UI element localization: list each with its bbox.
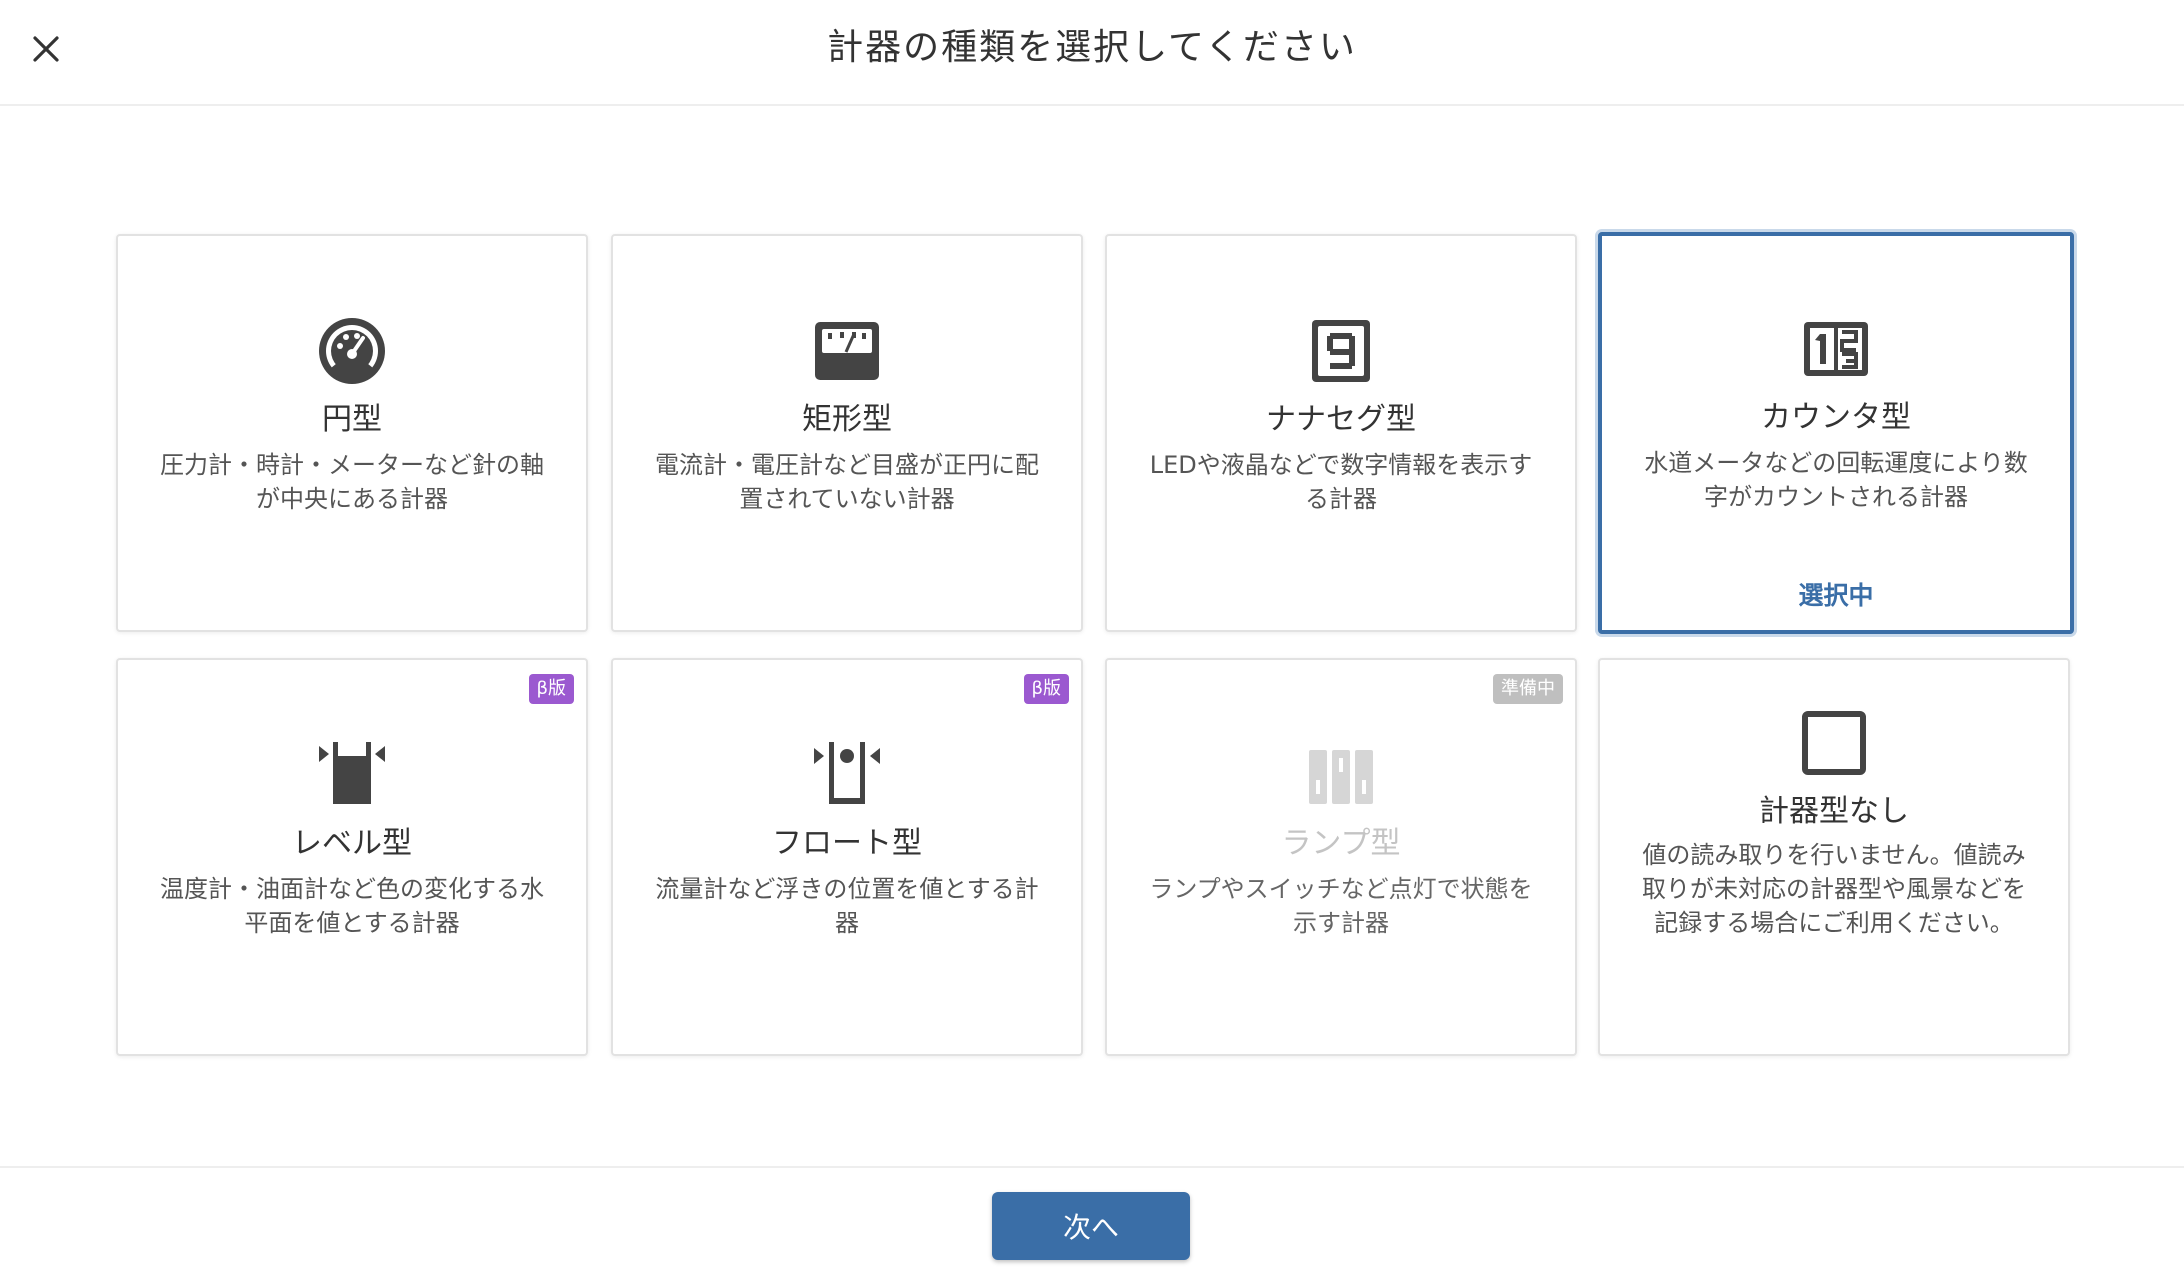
- card-title: フロート型: [772, 826, 922, 861]
- card-circular[interactable]: 円型 圧力計・時計・メーターなど針の軸が中央にある計器: [116, 234, 588, 632]
- card-title: 計器型なし: [1759, 794, 1909, 829]
- card-title: 円型: [322, 402, 382, 437]
- card-description: 温度計・油面計など色の変化する水平面を値とする計器: [160, 875, 544, 937]
- level-icon: [319, 742, 385, 804]
- card-title: カウンタ型: [1761, 400, 1911, 435]
- preparing-badge: 準備中: [1493, 674, 1563, 704]
- beta-badge: β版: [528, 674, 574, 704]
- dialog-header: 計器の種類を選択してください: [0, 0, 2184, 106]
- card-description: 値の読み取りを行いません。値読み取りが未対応の計器型や風景などを記録する場合にご…: [1642, 841, 2026, 937]
- meter-type-dialog: 計器の種類を選択してください 円型 圧力計・時計・メーターなど針の軸が中央にある…: [0, 0, 2184, 1282]
- card-description: 水道メータなどの回転運度により数字がカウントされる計器: [1644, 449, 2028, 511]
- card-title: レベル型: [292, 826, 412, 861]
- rectangular-meter-icon: [815, 322, 879, 380]
- counter-icon: [1804, 322, 1868, 376]
- card-title: ランプ型: [1281, 826, 1401, 861]
- card-description: ランプやスイッチなど点灯で状態を示す計器: [1149, 875, 1533, 937]
- card-title: ナナセグ型: [1266, 402, 1416, 437]
- card-counter[interactable]: カウンタ型 水道メータなどの回転運度により数字がカウントされる計器 選択中: [1598, 232, 2074, 634]
- card-title: 矩形型: [802, 402, 892, 437]
- card-level[interactable]: β版 レベル型 温度計・油面計など色の変化する水平面を値とする計器: [116, 658, 588, 1056]
- gauge-icon: [319, 318, 385, 384]
- selected-label: 選択中: [1798, 581, 1874, 610]
- card-seven-segment[interactable]: ナナセグ型 LEDや液晶などで数字情報を表示する計器: [1105, 234, 1577, 632]
- card-rectangular[interactable]: 矩形型 電流計・電圧計など目盛が正円に配置されていない計器: [611, 234, 1083, 632]
- card-description: 電流計・電圧計など目盛が正円に配置されていない計器: [655, 451, 1039, 513]
- dialog-footer: 次へ: [0, 1166, 2184, 1282]
- float-icon: [814, 742, 880, 804]
- seven-segment-icon: [1312, 320, 1370, 382]
- card-no-meter[interactable]: 計器型なし 値の読み取りを行いません。値読み取りが未対応の計器型や風景などを記録…: [1598, 658, 2070, 1056]
- card-description: LEDや液晶などで数字情報を表示する計器: [1149, 451, 1533, 513]
- card-description: 圧力計・時計・メーターなど針の軸が中央にある計器: [160, 451, 544, 513]
- page-title: 計器の種類を選択してください: [827, 27, 1357, 68]
- empty-square-icon: [1802, 711, 1866, 775]
- card-float[interactable]: β版 フロート型 流量計など浮きの位置を値とする計器: [611, 658, 1083, 1056]
- beta-badge: β版: [1023, 674, 1069, 704]
- lamp-icon: [1309, 750, 1373, 804]
- card-description: 流量計など浮きの位置を値とする計器: [655, 875, 1039, 937]
- next-button[interactable]: 次へ: [992, 1192, 1190, 1260]
- card-lamp: 準備中 ランプ型 ランプやスイッチなど点灯で状態を示す計器: [1105, 658, 1577, 1056]
